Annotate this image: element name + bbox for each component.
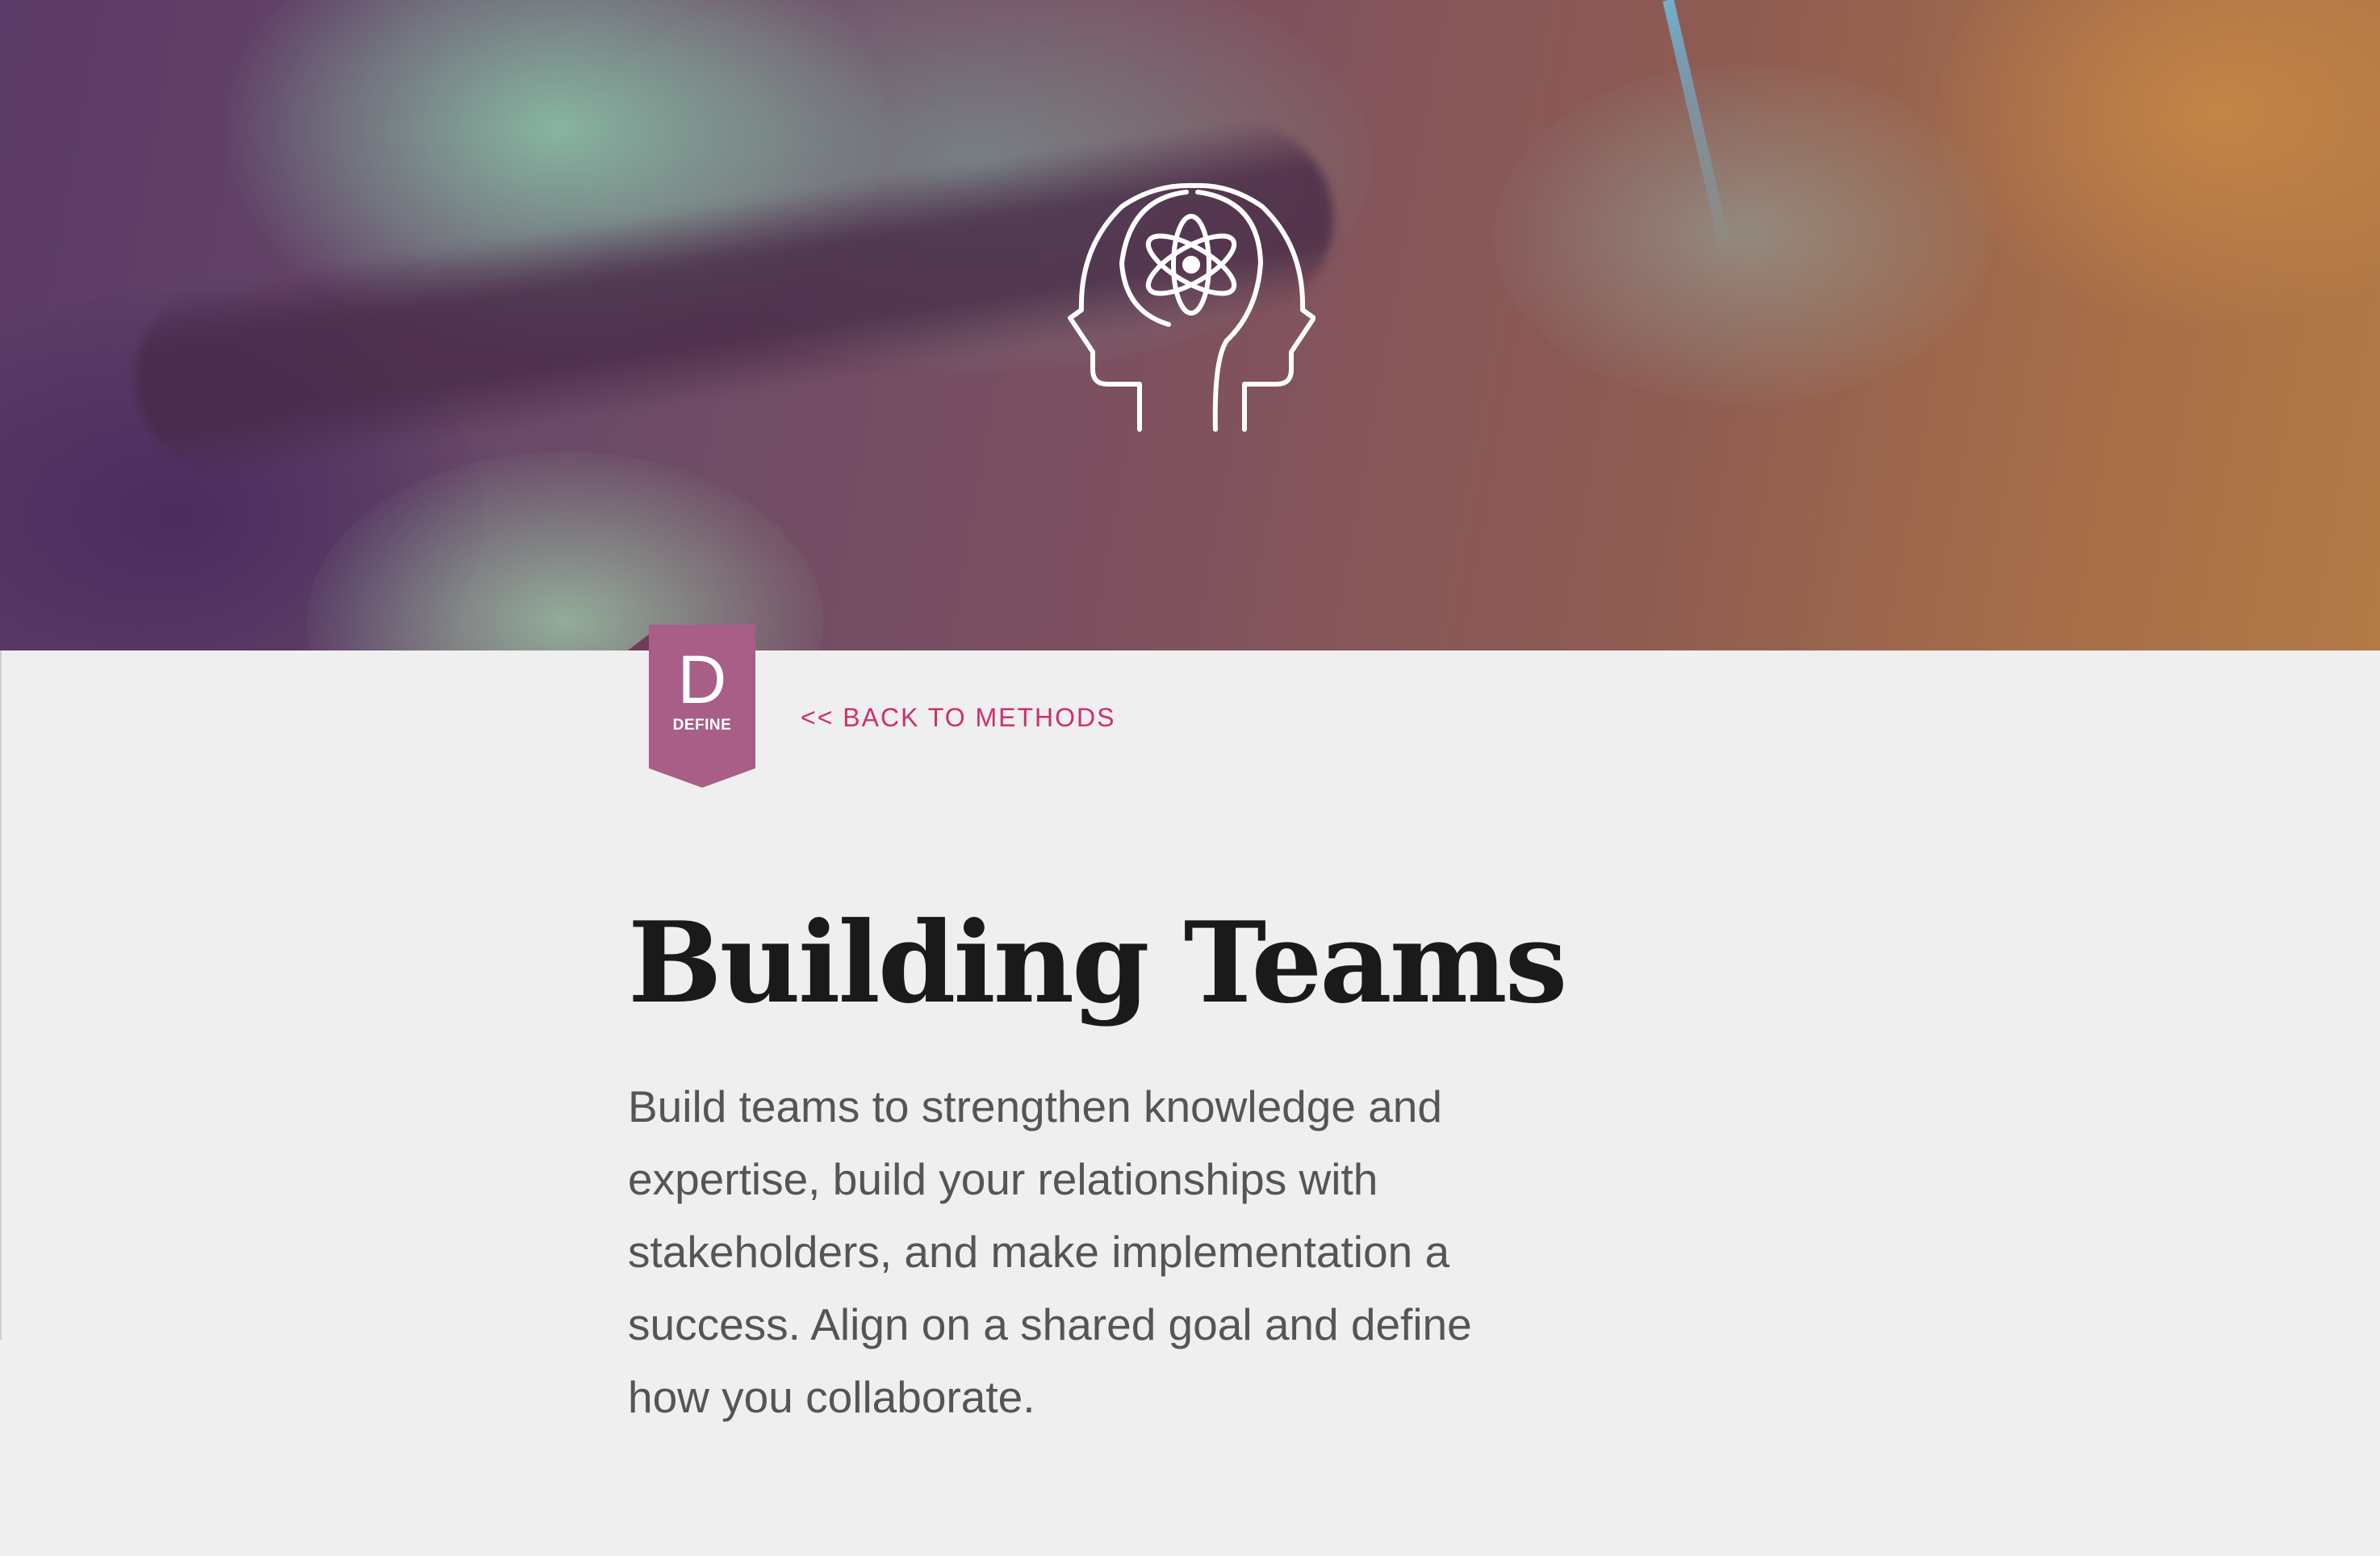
method-description: Build teams to strengthen knowledge and … — [628, 1081, 1472, 1422]
phase-letter: D — [677, 642, 727, 717]
back-to-methods-link[interactable]: << BACK TO METHODS — [801, 703, 1115, 733]
left-edge-divider — [0, 650, 2, 1340]
hero-banner — [0, 0, 2380, 650]
phase-label: DEFINE — [672, 717, 732, 734]
heads-atom-icon — [1068, 182, 1315, 432]
page-title: Building Teams — [628, 897, 1567, 1028]
phase-badge: D DEFINE — [628, 623, 757, 789]
